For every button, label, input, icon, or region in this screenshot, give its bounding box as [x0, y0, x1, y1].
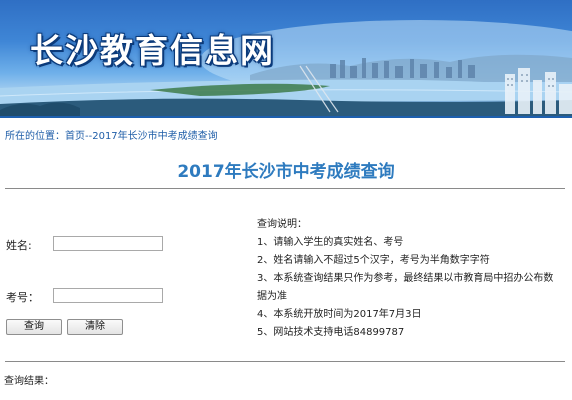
breadcrumb-current-link[interactable]: 2017年长沙市中考成绩查询: [92, 131, 217, 142]
breadcrumb-home-link[interactable]: 首页: [65, 131, 85, 142]
instruction-item: 2、姓名请输入不超过5个汉字，考号为半角数字字符: [257, 255, 490, 266]
exam-number-label: 考号：: [6, 291, 39, 304]
query-instructions: 查询说明： 1、请输入学生的真实姓名、考号 2、姓名请输入不超过5个汉字，考号为…: [257, 216, 562, 342]
header-banner: 长沙教育信息网: [0, 0, 572, 118]
top-divider: [5, 188, 565, 189]
name-label: 姓名:: [6, 239, 32, 252]
exam-number-input[interactable]: [53, 288, 163, 303]
clear-button[interactable]: 清除: [67, 319, 123, 335]
site-title: 长沙教育信息网: [30, 31, 275, 70]
query-button[interactable]: 查询: [6, 319, 62, 335]
bottom-divider: [5, 361, 565, 362]
banner-divider: [0, 116, 572, 118]
instruction-item: 3、本系统查询结果只作为参考，最终结果以市教育局中招办公布数据为准: [257, 273, 554, 302]
result-label: 查询结果：: [4, 376, 54, 387]
instruction-item: 1、请输入学生的真实姓名、考号: [257, 237, 404, 248]
breadcrumb: 所在的位置：首页--2017年长沙市中考成绩查询: [5, 127, 218, 142]
instruction-item: 4、本系统开放时间为2017年7月3日: [257, 309, 422, 320]
instructions-title: 查询说明：: [257, 219, 307, 230]
instruction-item: 5、网站技术支持电话84899787: [257, 327, 405, 338]
name-input[interactable]: [53, 236, 163, 251]
page-title: 2017年长沙市中考成绩查询: [177, 162, 395, 182]
breadcrumb-prefix: 所在的位置：: [5, 131, 65, 142]
